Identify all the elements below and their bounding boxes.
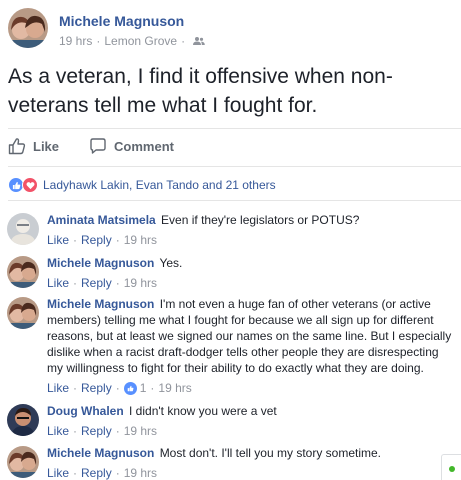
meta-separator: · (73, 276, 78, 290)
meta-separator: · (115, 276, 120, 290)
comment-text: Even if they're legislators or POTUS? (161, 213, 360, 227)
comment: Michele Magnuson I'm not even a huge fan… (7, 296, 457, 396)
comment-like-count[interactable]: 1 (123, 380, 147, 396)
meta-separator: · (115, 381, 120, 395)
comment-reply-link[interactable]: Reply (81, 423, 112, 439)
comment-text: I didn't know you were a vet (129, 404, 277, 418)
post-actions: Like Comment (8, 137, 204, 155)
comment: Aminata Matsimela Even if they're legisl… (7, 212, 457, 248)
post-header: Michele Magnuson 19 hrs · Lemon Grove · (8, 8, 205, 49)
meta-separator: · (115, 233, 120, 247)
comment-button[interactable]: Comment (89, 137, 174, 155)
comment-like-link[interactable]: Like (47, 423, 69, 439)
comment-meta: Like · Reply · 1 · 19 hrs (47, 380, 457, 396)
friends-icon[interactable] (193, 36, 205, 46)
like-icon (123, 381, 137, 395)
comment-meta: Like · Reply · 19 hrs (47, 232, 457, 248)
commenter-avatar[interactable] (7, 256, 39, 288)
online-status-icon (449, 466, 455, 472)
comment-time[interactable]: 19 hrs (158, 380, 191, 396)
comment-reply-link[interactable]: Reply (81, 465, 112, 480)
reactions-summary[interactable]: Ladyhawk Lakin, Evan Tando and 21 others (8, 177, 276, 193)
comment-author[interactable]: Michele Magnuson (47, 446, 154, 460)
meta-separator: · (115, 424, 120, 438)
meta-separator: · (73, 424, 78, 438)
comment-author[interactable]: Michele Magnuson (47, 297, 154, 311)
comment-time[interactable]: 19 hrs (124, 232, 157, 248)
comment-time[interactable]: 19 hrs (124, 465, 157, 480)
meta-separator: · (73, 466, 78, 480)
thumbs-up-icon (8, 138, 26, 155)
meta-separator: · (73, 381, 78, 395)
chat-presence-tab[interactable] (441, 454, 461, 480)
meta-separator: · (73, 233, 78, 247)
comment-text: Most don't. I'll tell you my story somet… (159, 446, 382, 460)
post-author-name[interactable]: Michele Magnuson (59, 12, 205, 30)
comment-time[interactable]: 19 hrs (124, 275, 157, 291)
meta-separator: · (150, 381, 155, 395)
commenter-avatar[interactable] (7, 446, 39, 478)
meta-separator: · (115, 466, 120, 480)
comment-reply-link[interactable]: Reply (81, 380, 112, 396)
like-count-value: 1 (139, 381, 147, 395)
comment-meta: Like · Reply · 19 hrs (47, 275, 457, 291)
post-time[interactable]: 19 hrs (59, 33, 92, 49)
comment-author[interactable]: Doug Whalen (47, 404, 124, 418)
comment-meta: Like · Reply · 19 hrs (47, 465, 457, 480)
comment-author[interactable]: Aminata Matsimela (47, 213, 156, 227)
like-button[interactable]: Like (8, 137, 59, 155)
comment-like-link[interactable]: Like (47, 465, 69, 480)
reactions-summary-text[interactable]: Ladyhawk Lakin, Evan Tando and 21 others (43, 178, 276, 192)
meta-separator: · (181, 34, 186, 48)
comment-bubble-icon (90, 138, 106, 154)
comment-meta: Like · Reply · 19 hrs (47, 423, 457, 439)
comment-like-link[interactable]: Like (47, 275, 69, 291)
author-avatar[interactable] (8, 8, 48, 48)
comment-reply-link[interactable]: Reply (81, 275, 112, 291)
comment-button-label: Comment (114, 138, 174, 154)
reaction-icons (8, 177, 38, 193)
comment: Doug Whalen I didn't know you were a vet… (7, 403, 457, 439)
comment-author[interactable]: Michele Magnuson (47, 256, 154, 270)
post-location[interactable]: Lemon Grove (104, 33, 177, 49)
commenter-avatar[interactable] (7, 297, 39, 329)
comment: Michele Magnuson Yes. Like · Reply · 19 … (7, 255, 457, 291)
post-meta: 19 hrs · Lemon Grove · (59, 33, 205, 49)
like-button-label: Like (33, 138, 60, 154)
divider (8, 128, 461, 129)
meta-separator: · (96, 34, 101, 48)
commenter-avatar[interactable] (7, 213, 39, 245)
divider (8, 166, 461, 167)
post-text: As a veteran, I find it offensive when n… (8, 65, 393, 117)
comment-time[interactable]: 19 hrs (124, 423, 157, 439)
comment-text: Yes. (159, 256, 183, 270)
comment-like-link[interactable]: Like (47, 380, 69, 396)
love-icon (22, 177, 38, 193)
comment-reply-link[interactable]: Reply (81, 232, 112, 248)
comment: Michele Magnuson Most don't. I'll tell y… (7, 445, 457, 480)
comment-like-link[interactable]: Like (47, 232, 69, 248)
divider (8, 200, 461, 201)
commenter-avatar[interactable] (7, 404, 39, 436)
